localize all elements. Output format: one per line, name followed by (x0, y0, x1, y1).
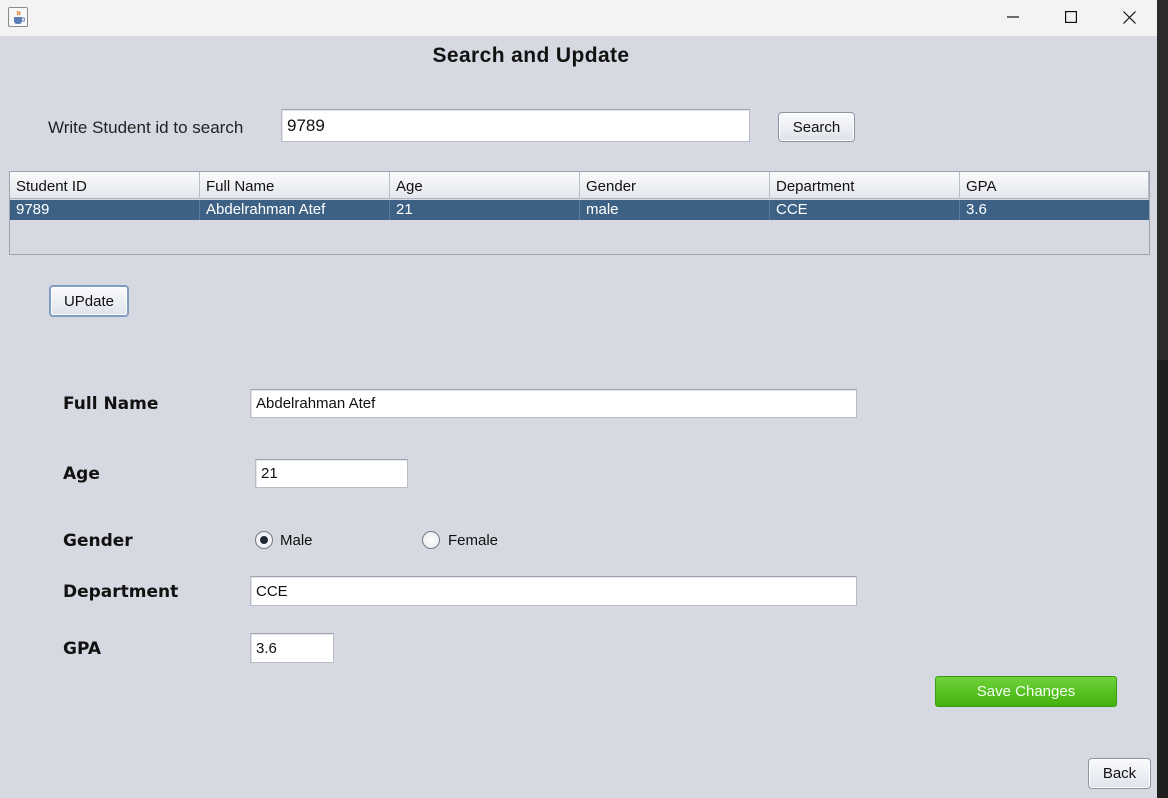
gender-radio-male[interactable] (255, 531, 273, 549)
department-value: CCE (256, 582, 288, 600)
search-input-value: 9789 (287, 115, 325, 135)
title-bar (0, 0, 1157, 36)
full-name-field[interactable]: Abdelrahman Atef (250, 389, 857, 418)
app-window: Search and Update Write Student id to se… (0, 0, 1157, 798)
maximize-button[interactable] (1042, 0, 1100, 34)
cell-gpa: 3.6 (966, 201, 987, 218)
department-label: Department (63, 582, 179, 602)
full-name-label: Full Name (63, 394, 159, 414)
search-label: Write Student id to search (48, 118, 244, 137)
minimize-button[interactable] (984, 0, 1042, 34)
search-button[interactable]: Search (778, 112, 855, 142)
back-button[interactable]: Back (1088, 758, 1151, 789)
gender-radio-female[interactable] (422, 531, 440, 549)
column-header-age[interactable]: Age (390, 172, 580, 199)
age-value: 21 (261, 465, 278, 482)
cell-full-name: Abdelrahman Atef (200, 200, 390, 220)
column-header-student-id[interactable]: Student ID (10, 172, 200, 199)
gender-option-female-label[interactable]: Female (448, 532, 498, 549)
search-input[interactable]: 9789 (281, 109, 750, 142)
gpa-field[interactable]: 3.6 (250, 633, 334, 663)
desktop-background-panel (1157, 0, 1168, 360)
cell-department: CCE (770, 200, 960, 220)
page-title: Search and Update (432, 44, 630, 67)
table-row[interactable]: 9789 Abdelrahman Atef 21 male CCE 3.6 (10, 200, 1149, 220)
close-button[interactable] (1100, 0, 1158, 34)
full-name-value: Abdelrahman Atef (256, 395, 376, 412)
java-cup-icon (8, 7, 28, 27)
cell-age: 21 (390, 200, 580, 220)
table-header: Student ID Full Name Age Gender Departme… (10, 172, 1149, 199)
cell-gender: male (580, 200, 770, 220)
gpa-label: GPA (63, 639, 102, 659)
gpa-value: 3.6 (256, 639, 277, 657)
age-label: Age (63, 464, 100, 484)
department-field[interactable]: CCE (250, 576, 857, 606)
update-button[interactable]: UPdate (49, 285, 129, 317)
close-icon (1122, 10, 1136, 24)
gender-option-male-label[interactable]: Male (280, 532, 313, 549)
maximize-icon (1065, 11, 1077, 23)
minimize-icon (1007, 16, 1019, 18)
gender-label: Gender (63, 531, 133, 551)
column-header-gender[interactable]: Gender (580, 172, 770, 199)
age-field[interactable]: 21 (255, 459, 408, 488)
column-header-full-name[interactable]: Full Name (200, 172, 390, 199)
save-changes-button[interactable]: Save Changes (935, 676, 1117, 707)
column-header-gpa[interactable]: GPA (960, 172, 1149, 199)
cell-student-id: 9789 (10, 200, 200, 220)
column-header-department[interactable]: Department (770, 172, 960, 199)
results-table: Student ID Full Name Age Gender Departme… (9, 171, 1150, 255)
